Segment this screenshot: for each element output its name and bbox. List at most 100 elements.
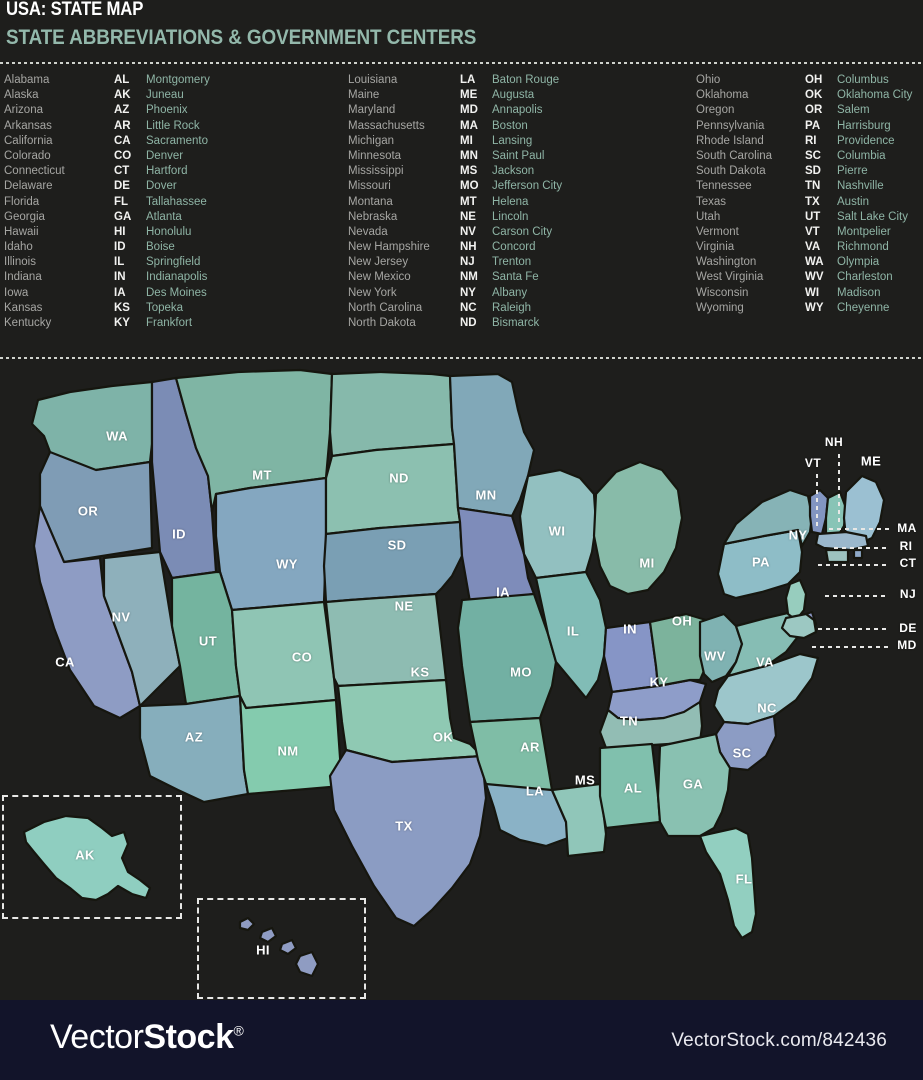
state-capital: Sacramento (146, 134, 209, 147)
state-abbreviation: FL (114, 195, 129, 208)
state-shape-ne[interactable] (322, 520, 464, 604)
state-abbreviation: MD (460, 104, 478, 117)
state-abbreviation: SC (805, 149, 821, 162)
state-abbreviation: WI (805, 286, 820, 299)
state-shape-ga[interactable] (656, 732, 732, 838)
state-name: Delaware (4, 180, 53, 193)
state-abbreviation: NJ (460, 256, 475, 269)
state-capital: Columbus (837, 74, 889, 86)
state-abbreviation: HI (114, 225, 126, 238)
state-capital: Helena (492, 195, 529, 208)
state-capital: Bismarck (492, 317, 540, 329)
state-abbreviation: LA (460, 74, 476, 86)
state-shape-sd[interactable] (324, 442, 462, 536)
leader-line-nh (838, 454, 840, 526)
state-capital: Phoenix (146, 104, 188, 117)
state-name: Arizona (4, 104, 43, 117)
state-name: Oregon (696, 104, 735, 117)
state-shape-in[interactable] (602, 620, 660, 694)
state-abbreviation: NY (460, 286, 476, 299)
state-name: North Dakota (348, 317, 416, 329)
state-name: Texas (696, 195, 727, 208)
state-abbreviation: RI (805, 134, 817, 147)
state-shape-mn[interactable] (448, 372, 536, 518)
state-capital: Columbia (837, 149, 886, 162)
state-abbreviation: ID (114, 241, 126, 254)
state-name: Alaska (4, 89, 39, 102)
state-name: Hawaii (4, 225, 39, 238)
state-name: Washington (696, 256, 757, 269)
state-abbreviation: ND (460, 317, 477, 329)
state-abbreviation: OH (805, 74, 823, 86)
state-abbreviation: TX (805, 195, 820, 208)
state-capital: Cheyenne (837, 301, 890, 314)
state-shape-ct[interactable] (824, 548, 850, 564)
state-abbreviation: MO (460, 180, 479, 193)
state-shape-al[interactable] (598, 742, 662, 830)
leader-line-vt (816, 474, 818, 526)
state-abbreviation: AL (114, 74, 130, 86)
state-capital: Juneau (146, 89, 184, 102)
state-name: Missouri (348, 180, 391, 193)
state-capital: Providence (837, 134, 895, 147)
leader-line-ct (818, 564, 889, 566)
state-shape-ri[interactable] (852, 548, 864, 560)
state-shape-mi[interactable] (592, 460, 684, 596)
page-title: USA: STATE MAP (6, 0, 144, 20)
state-abbreviation: AZ (114, 104, 130, 117)
state-abbreviation: CT (114, 165, 130, 178)
state-abbreviation: WA (805, 256, 824, 269)
state-abbreviation: MN (460, 149, 478, 162)
state-shape-fl[interactable] (698, 826, 758, 940)
state-capital: Albany (492, 286, 528, 299)
state-abbreviation: KS (114, 301, 130, 314)
state-shape-az[interactable] (138, 694, 250, 804)
state-shape-nm[interactable] (238, 694, 344, 796)
state-capital: Madison (837, 286, 881, 299)
state-abbreviation: MT (460, 195, 477, 208)
state-name: Louisiana (348, 74, 398, 86)
state-abbreviation: NV (460, 225, 476, 238)
state-name: North Carolina (348, 301, 423, 314)
state-capital: Oklahoma City (837, 89, 913, 102)
state-abbreviation: KY (114, 317, 130, 329)
leader-line-ri (834, 547, 889, 549)
state-name: Iowa (4, 286, 29, 299)
state-capital: Lincoln (492, 210, 529, 223)
state-name: Michigan (348, 134, 395, 147)
state-name: Massachusetts (348, 119, 425, 132)
page-subtitle: STATE ABBREVIATIONS & GOVERNMENT CENTERS (6, 26, 477, 49)
state-abbreviation: AK (114, 89, 131, 102)
state-name: Wyoming (696, 301, 744, 314)
state-shape-nd[interactable] (328, 370, 456, 458)
state-capital: Concord (492, 241, 536, 254)
state-name: Mississippi (348, 165, 404, 178)
state-abbreviation: WV (805, 271, 824, 284)
state-name: Ohio (696, 74, 721, 86)
state-capital: Boston (492, 119, 528, 132)
state-capital: Hartford (146, 165, 188, 178)
state-shape-ks[interactable] (324, 592, 448, 688)
state-abbreviation: WY (805, 301, 824, 314)
state-capital: Austin (837, 195, 869, 208)
leader-line-md (812, 646, 889, 648)
state-shape-wi[interactable] (518, 468, 598, 580)
state-shape-co[interactable] (230, 600, 338, 710)
state-name: Utah (696, 210, 721, 223)
state-shape-ok[interactable] (336, 678, 484, 764)
state-shape-md[interactable] (780, 612, 818, 640)
state-capital: Jefferson City (492, 180, 563, 193)
state-name: Maine (348, 89, 380, 102)
state-capital: Des Moines (146, 286, 207, 299)
state-shape-mo[interactable] (456, 592, 558, 724)
state-capital: Montgomery (146, 74, 210, 86)
state-capital: Baton Rouge (492, 74, 560, 86)
state-capital: Tallahassee (146, 195, 207, 208)
state-shape-wy[interactable] (214, 476, 328, 612)
state-name: Kentucky (4, 317, 52, 329)
state-name: New Hampshire (348, 241, 430, 254)
state-name: Pennsylvania (696, 119, 765, 132)
state-abbreviation: NE (460, 210, 476, 223)
state-abbreviation: VA (805, 241, 821, 254)
state-abbreviation: IN (114, 271, 126, 284)
